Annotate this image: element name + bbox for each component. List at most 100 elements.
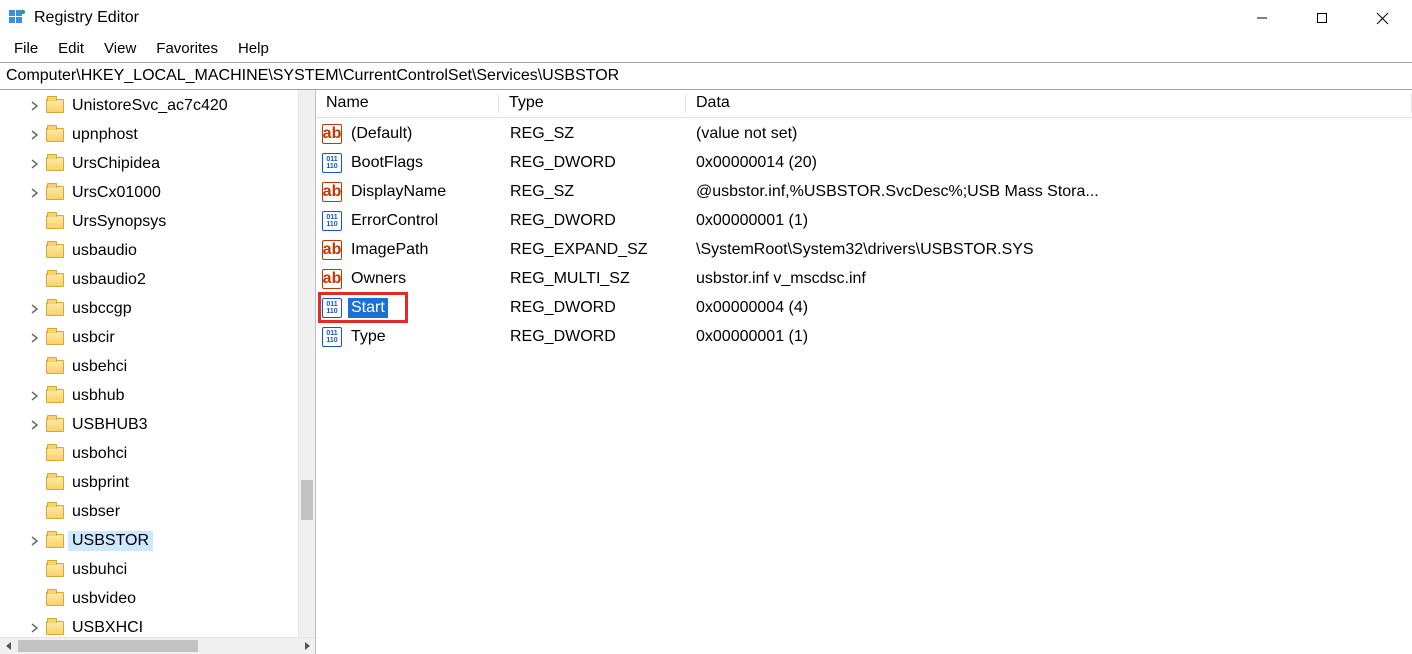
scroll-right-arrow[interactable] (298, 638, 315, 654)
column-type[interactable]: Type (499, 94, 685, 112)
value-name-cell: abOwners (316, 269, 500, 289)
folder-icon (46, 447, 64, 461)
value-row[interactable]: ab(Default)REG_SZ (value not set) (316, 120, 1412, 149)
tree-item[interactable]: UrsSynopsys (28, 208, 315, 237)
tree-item-label: UrsSynopsys (68, 212, 170, 232)
value-row[interactable]: 011110BootFlagsREG_DWORD0x00000014 (20) (316, 149, 1412, 178)
column-name[interactable]: Name (316, 94, 498, 112)
chevron-right-icon[interactable] (28, 128, 42, 142)
chevron-right-icon[interactable] (28, 99, 42, 113)
value-type: REG_DWORD (510, 328, 616, 345)
tree-item[interactable]: usbvideo (28, 585, 315, 614)
value-data-cell: 0x00000004 (4) (686, 299, 1412, 317)
value-row[interactable]: 011110ErrorControlREG_DWORD0x00000001 (1… (316, 207, 1412, 236)
tree-item-label: usbohci (68, 444, 131, 464)
scroll-thumb[interactable] (301, 480, 313, 520)
folder-icon (46, 621, 64, 635)
tree-item[interactable]: upnphost (28, 121, 315, 150)
chevron-right-icon[interactable] (28, 534, 42, 548)
address-bar[interactable]: Computer\HKEY_LOCAL_MACHINE\SYSTEM\Curre… (0, 62, 1412, 90)
dword-value-icon: 011110 (322, 153, 342, 173)
titlebar: Registry Editor (0, 0, 1412, 36)
tree-item[interactable]: UnistoreSvc_ac7c420 (28, 92, 315, 121)
value-type: REG_EXPAND_SZ (510, 241, 648, 258)
registry-editor-window: Registry Editor File Edit View Favorites… (0, 0, 1412, 654)
registry-tree[interactable]: UnistoreSvc_ac7c420upnphostUrsChipideaUr… (0, 90, 315, 638)
tree-item[interactable]: USBHUB3 (28, 411, 315, 440)
string-value-icon: ab (322, 182, 342, 202)
tree-item[interactable]: usbser (28, 498, 315, 527)
scroll-left-arrow[interactable] (0, 638, 17, 654)
value-data: 0x00000001 (1) (696, 328, 808, 345)
value-data-cell: @usbstor.inf,%USBSTOR.SvcDesc%;USB Mass … (686, 183, 1412, 201)
dword-value-icon: 011110 (322, 298, 342, 318)
tree-item[interactable]: usbaudio2 (28, 266, 315, 295)
value-row[interactable]: abImagePathREG_EXPAND_SZ\SystemRoot\Syst… (316, 236, 1412, 265)
tree-item[interactable]: usbcir (28, 324, 315, 353)
value-type: REG_DWORD (510, 212, 616, 229)
tree-item-label: USBSTOR (68, 531, 153, 551)
dword-value-icon: 011110 (322, 327, 342, 347)
tree-item[interactable]: usbohci (28, 440, 315, 469)
value-data-cell: 0x00000001 (1) (686, 212, 1412, 230)
tree-item[interactable]: UrsChipidea (28, 150, 315, 179)
chevron-right-icon[interactable] (28, 302, 42, 316)
close-button[interactable] (1352, 0, 1412, 36)
tree-item-label: usbuhci (68, 560, 131, 580)
chevron-right-icon[interactable] (28, 331, 42, 345)
expander-placeholder (28, 476, 42, 490)
value-data: (value not set) (696, 125, 797, 142)
chevron-right-icon[interactable] (28, 389, 42, 403)
value-row[interactable]: abOwnersREG_MULTI_SZusbstor.inf v_mscdsc… (316, 265, 1412, 294)
folder-icon (46, 592, 64, 606)
scroll-thumb[interactable] (18, 640, 198, 652)
tree-item[interactable]: UrsCx01000 (28, 179, 315, 208)
chevron-right-icon[interactable] (28, 621, 42, 635)
value-type-cell: REG_SZ (500, 125, 686, 143)
folder-icon (46, 418, 64, 432)
string-value-icon: ab (322, 269, 342, 289)
menu-help[interactable]: Help (230, 38, 277, 59)
column-data[interactable]: Data (686, 94, 1411, 112)
value-data-cell: \SystemRoot\System32\drivers\USBSTOR.SYS (686, 241, 1412, 259)
tree-item[interactable]: usbuhci (28, 556, 315, 585)
expander-placeholder (28, 563, 42, 577)
tree-item[interactable]: usbccgp (28, 295, 315, 324)
tree-item[interactable]: usbhub (28, 382, 315, 411)
expander-placeholder (28, 215, 42, 229)
value-row[interactable]: abDisplayNameREG_SZ@usbstor.inf,%USBSTOR… (316, 178, 1412, 207)
tree-item-label: usbprint (68, 473, 133, 493)
chevron-right-icon[interactable] (28, 186, 42, 200)
value-name: ErrorControl (348, 211, 441, 231)
chevron-right-icon[interactable] (28, 157, 42, 171)
string-value-icon: ab (322, 240, 342, 260)
value-row[interactable]: 011110TypeREG_DWORD0x00000001 (1) (316, 323, 1412, 352)
tree-item[interactable]: usbaudio (28, 237, 315, 266)
tree-item[interactable]: usbehci (28, 353, 315, 382)
value-name-cell: abDisplayName (316, 182, 500, 202)
tree-vertical-scrollbar[interactable] (298, 90, 315, 638)
folder-icon (46, 476, 64, 490)
menu-edit[interactable]: Edit (50, 38, 92, 59)
folder-icon (46, 244, 64, 258)
address-text: Computer\HKEY_LOCAL_MACHINE\SYSTEM\Curre… (6, 67, 619, 85)
expander-placeholder (28, 447, 42, 461)
value-name-cell: ab(Default) (316, 124, 500, 144)
tree-item-label: usbvideo (68, 589, 140, 609)
expander-placeholder (28, 244, 42, 258)
tree-item[interactable]: usbprint (28, 469, 315, 498)
chevron-right-icon[interactable] (28, 418, 42, 432)
window-controls (1232, 0, 1412, 36)
menu-file[interactable]: File (6, 38, 46, 59)
minimize-button[interactable] (1232, 0, 1292, 36)
value-row[interactable]: 011110StartREG_DWORD0x00000004 (4) (316, 294, 1412, 323)
maximize-button[interactable] (1292, 0, 1352, 36)
menu-view[interactable]: View (96, 38, 144, 59)
tree-horizontal-scrollbar[interactable] (0, 637, 315, 654)
tree-item[interactable]: USBXHCI (28, 614, 315, 638)
tree-item[interactable]: USBSTOR (28, 527, 315, 556)
value-type-cell: REG_DWORD (500, 212, 686, 230)
list-body[interactable]: ab(Default)REG_SZ (value not set) 011110Bo… (316, 118, 1412, 654)
tree-item-label: usbaudio2 (68, 270, 150, 290)
menu-favorites[interactable]: Favorites (148, 38, 226, 59)
